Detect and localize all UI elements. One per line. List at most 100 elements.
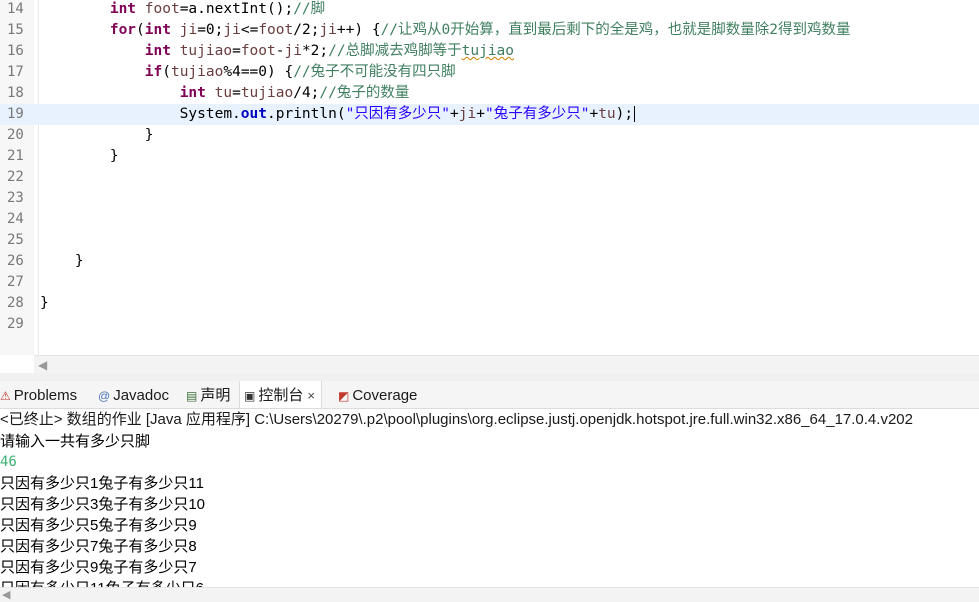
tab-declaration[interactable]: ▤ 声明: [186, 381, 230, 408]
code-token: ji: [179, 22, 198, 38]
line-number: 24: [7, 211, 24, 227]
line-number: 14: [7, 1, 24, 17]
tab-problems-label: Problems: [13, 387, 78, 404]
code-line[interactable]: 20 }: [0, 125, 979, 146]
line-number: 26: [7, 253, 24, 269]
code-line[interactable]: 19 System.out.println("只因有多少只"+ji+"兔子有多少…: [0, 104, 979, 125]
code-line[interactable]: 25: [0, 230, 979, 251]
line-number: 20: [7, 127, 24, 143]
code-token: int: [144, 22, 171, 38]
code-line[interactable]: 22: [0, 167, 979, 188]
code-token: System.: [40, 106, 241, 122]
code-token: //总脚减去鸡脚等于: [328, 43, 462, 59]
console-output-line: 只因有多少只7兔子有多少只8: [0, 538, 197, 555]
code-token: +: [589, 106, 599, 122]
code-token: (: [162, 64, 171, 80]
code-token: foot: [240, 43, 276, 59]
code-token: }: [40, 253, 84, 269]
code-line[interactable]: 29: [0, 314, 979, 335]
code-token: tujiao: [179, 43, 233, 59]
line-number: 28: [7, 295, 24, 311]
console-output-line: 只因有多少只3兔子有多少只10: [0, 496, 206, 513]
tab-console[interactable]: ▣ 控制台 ×: [239, 381, 322, 408]
line-number: 21: [7, 148, 24, 164]
code-editor[interactable]: 14 int foot=a.nextInt();//脚 15 for(int ji…: [0, 0, 979, 355]
console-horizontal-scrollbar[interactable]: ◀: [0, 587, 979, 602]
line-number: 25: [7, 232, 24, 248]
code-token: tu: [598, 106, 616, 122]
code-line[interactable]: 18 int tu=tujiao/4;//兔子的数量: [0, 83, 979, 104]
code-token: =: [232, 85, 241, 101]
code-line[interactable]: 26 }: [0, 251, 979, 272]
code-line[interactable]: 14 int foot=a.nextInt();//脚: [0, 0, 979, 20]
code-token: foot: [258, 22, 294, 38]
code-token: ji: [223, 22, 241, 38]
code-text: for(int ji=0;ji<=foot/2;ji++) {//让鸡从0开始算…: [40, 20, 851, 41]
line-number: 22: [7, 169, 24, 185]
editor-horizontal-scrollbar[interactable]: ◀: [34, 355, 979, 374]
code-text: if(tujiao%4==0) {//兔子不可能没有四只脚: [40, 62, 456, 83]
problems-icon: ⚠: [0, 388, 11, 403]
tab-problems[interactable]: ⚠ Problems: [0, 381, 77, 408]
code-token: //兔子的数量: [319, 85, 410, 101]
code-token: int: [109, 1, 137, 17]
code-token: .println(: [267, 106, 346, 122]
line-number: 17: [7, 64, 24, 80]
code-text: }: [40, 251, 84, 272]
code-line[interactable]: 28}: [0, 293, 979, 314]
code-line[interactable]: 16 int tujiao=foot-ji*2;//总脚减去鸡脚等于tujiao: [0, 41, 979, 62]
coverage-icon: ◩: [338, 388, 350, 403]
code-text: }: [40, 293, 49, 314]
code-text: int tu=tujiao/4;//兔子的数量: [40, 83, 410, 104]
code-line[interactable]: 17 if(tujiao%4==0) {//兔子不可能没有四只脚: [0, 62, 979, 83]
scroll-left-icon[interactable]: ◀: [2, 588, 10, 602]
code-line[interactable]: 21 }: [0, 146, 979, 167]
code-line[interactable]: 24: [0, 209, 979, 230]
code-token: /2;: [293, 22, 320, 38]
console-status: <已终止> 数组的作业 [Java 应用程序] C:\Users\20279\.…: [0, 411, 913, 428]
code-token: int: [179, 85, 206, 101]
console-input: 46: [0, 454, 17, 470]
scroll-left-icon[interactable]: ◀: [38, 358, 47, 372]
code-token: );: [615, 106, 634, 122]
code-token: //让鸡从0开始算，直到最后剩下的全是鸡，也就是脚数量除2得到鸡数量: [380, 22, 851, 38]
code-token: }: [40, 295, 49, 311]
console-output-line: 只因有多少只1兔子有多少只11: [0, 475, 204, 492]
code-token: ji: [319, 22, 337, 38]
code-token: tujiao: [170, 64, 224, 80]
panel-separator: [0, 373, 979, 381]
close-icon[interactable]: ×: [307, 388, 315, 403]
code-line[interactable]: 15 for(int ji=0;ji<=foot/2;ji++) {//让鸡从0…: [0, 20, 979, 41]
tab-console-label: 控制台: [258, 387, 304, 404]
code-token: %4==0) {: [223, 64, 294, 80]
code-token: (: [136, 22, 145, 38]
javadoc-icon: @: [98, 388, 111, 403]
console-prompt: 请输入一共有多少只脚: [0, 433, 151, 450]
code-token: out: [240, 106, 267, 122]
bottom-panel-tabbar: ⚠ Problems @ Javadoc ▤ 声明 ▣ 控制台 × ◩ Coverage: [0, 381, 979, 409]
code-token: =a.nextInt();: [179, 1, 294, 17]
console-icon: ▣: [244, 388, 256, 403]
code-line[interactable]: 23: [0, 188, 979, 209]
code-token: ji: [284, 43, 302, 59]
code-token: tujiao: [240, 85, 294, 101]
code-line[interactable]: 27: [0, 272, 979, 293]
code-token: }: [40, 127, 154, 143]
tab-javadoc[interactable]: @ Javadoc: [98, 381, 169, 408]
code-token: ji: [458, 106, 477, 122]
tab-javadoc-label: Javadoc: [113, 387, 170, 404]
code-token: }: [40, 148, 119, 164]
console-output[interactable]: 请输入一共有多少只脚 46 只因有多少只1兔子有多少只11 只因有多少只3兔子有…: [0, 431, 979, 587]
code-token: "只因有多少只": [345, 106, 451, 122]
code-token: "兔子有多少只": [484, 106, 590, 122]
line-number: 19: [7, 106, 24, 122]
tab-coverage[interactable]: ◩ Coverage: [338, 381, 417, 408]
line-number: 29: [7, 316, 24, 332]
spelling-warning-token: tujiao: [461, 43, 515, 59]
line-number: 27: [7, 274, 24, 290]
console-output-line: 只因有多少只5兔子有多少只9: [0, 517, 197, 534]
